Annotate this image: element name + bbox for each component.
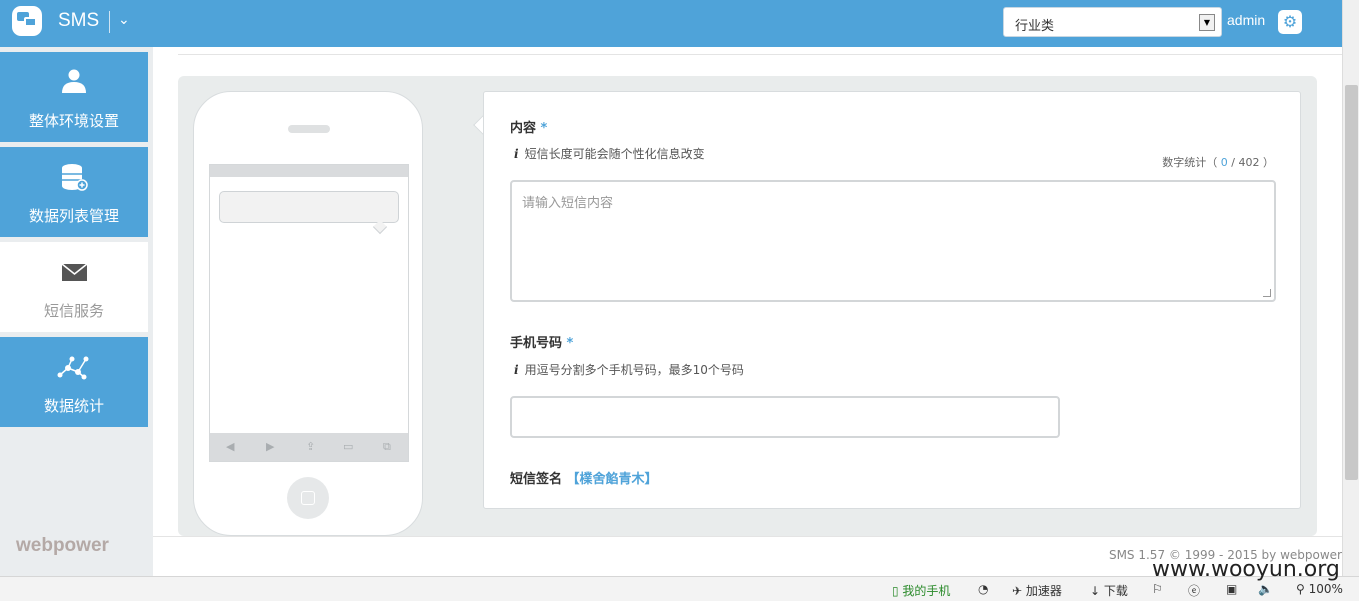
download-button[interactable]: ↓ 下载: [1090, 582, 1128, 599]
phone-statusbar: [210, 165, 408, 177]
content-placeholder: 请输入短信内容: [522, 196, 614, 211]
sidebar-item-label: 整体环境设置: [28, 112, 119, 130]
phone-preview: ◀ ▶ ⇪ ▭ ⧉: [193, 91, 423, 536]
page-scrollbar[interactable]: [1342, 0, 1359, 576]
dropdown-arrow-icon[interactable]: ▼: [1199, 14, 1215, 31]
message-bubble: [219, 191, 399, 223]
database-icon: [62, 164, 88, 191]
sidebar-item-environment[interactable]: 整体环境设置: [0, 52, 148, 142]
phone-label: 手机号码 *: [510, 336, 574, 351]
my-phone-button[interactable]: ▯ 我的手机: [892, 582, 950, 599]
sidebar-item-data-list[interactable]: 数据列表管理: [0, 147, 148, 237]
info-icon: i: [514, 147, 519, 161]
sms-form: 内容 * i 短信长度可能会随个性化信息改变 数字统计（ 0 / 402 ） 请输…: [483, 91, 1301, 509]
user-name[interactable]: admin: [1227, 12, 1265, 28]
flag-icon[interactable]: ⚐: [1152, 582, 1163, 596]
sidebar-item-label: 短信服务: [43, 302, 104, 320]
content-textarea[interactable]: 请输入短信内容: [510, 180, 1276, 302]
phone-input[interactable]: [510, 396, 1060, 438]
required-mark: *: [540, 121, 548, 136]
bookmark-icon: ▭: [343, 440, 354, 453]
top-bar: SMS ⌄ 行业类 ▼ admin ⚙: [0, 0, 1342, 47]
tabs-icon: ⧉: [383, 440, 391, 453]
phone-hint: i 用逗号分割多个手机号码，最多10个号码: [514, 363, 744, 377]
user-icon: [62, 69, 86, 93]
content-hint: i 短信长度可能会随个性化信息改变: [514, 147, 705, 161]
watermark: www.wooyun.org: [1152, 557, 1340, 582]
char-counter: 数字统计（ 0 / 402 ）: [1162, 156, 1274, 169]
info-icon: i: [514, 363, 519, 377]
network-icon: [57, 356, 89, 380]
refresh-icon[interactable]: ◔: [978, 582, 988, 596]
back-icon: ◀: [226, 440, 235, 453]
accelerator-button[interactable]: ✈ 加速器: [1012, 582, 1062, 599]
phone-toolbar: ◀ ▶ ⇪ ▭ ⧉: [210, 433, 408, 461]
sidebar-item-statistics[interactable]: 数据统计: [0, 337, 148, 427]
category-select[interactable]: 行业类 ▼: [1003, 7, 1222, 37]
brand-title: SMS: [58, 10, 100, 31]
zoom-level[interactable]: ⚲ 100%: [1296, 582, 1343, 596]
signature-label: 短信签名 【檏舍餡青木】: [510, 472, 658, 487]
phone-speaker: [288, 125, 330, 133]
sidebar-item-label: 数据列表管理: [28, 207, 119, 225]
chevron-down-icon[interactable]: ⌄: [118, 12, 130, 28]
brand-divider: [109, 11, 110, 33]
required-mark: *: [566, 336, 574, 351]
share-icon: ⇪: [306, 440, 316, 453]
main-content: ◀ ▶ ⇪ ▭ ⧉ 内容 * i 短信长度可能会随个性化信息改变 数字统计（ 0 …: [153, 47, 1342, 536]
signature-value: 【檏舍餡青木】: [566, 472, 658, 487]
speaker-icon[interactable]: 🔈: [1258, 582, 1273, 596]
sidebar-item-label: 数据统计: [43, 397, 104, 415]
divider: [178, 54, 1342, 55]
gear-icon[interactable]: ⚙: [1278, 10, 1302, 34]
scrollbar-thumb[interactable]: [1345, 85, 1358, 480]
category-select-value: 行业类: [1015, 19, 1055, 34]
window-icon[interactable]: ▣: [1226, 582, 1237, 596]
envelope-icon: [61, 263, 88, 281]
resize-handle[interactable]: [1263, 289, 1271, 297]
sidebar-item-sms-service[interactable]: 短信服务: [0, 242, 148, 332]
sms-compose-panel: ◀ ▶ ⇪ ▭ ⧉ 内容 * i 短信长度可能会随个性化信息改变 数字统计（ 0 …: [178, 76, 1317, 536]
sms-logo-icon[interactable]: [12, 6, 42, 36]
forward-icon: ▶: [266, 440, 275, 453]
content-label: 内容 *: [510, 121, 548, 136]
ie-icon[interactable]: ⓔ: [1188, 582, 1200, 599]
phone-screen: ◀ ▶ ⇪ ▭ ⧉: [209, 164, 409, 462]
home-button: [287, 477, 329, 519]
sidebar: 整体环境设置 数据列表管理 短信服务 数据统计 webpower: [0, 47, 153, 576]
webpower-logo: webpower: [16, 535, 109, 556]
